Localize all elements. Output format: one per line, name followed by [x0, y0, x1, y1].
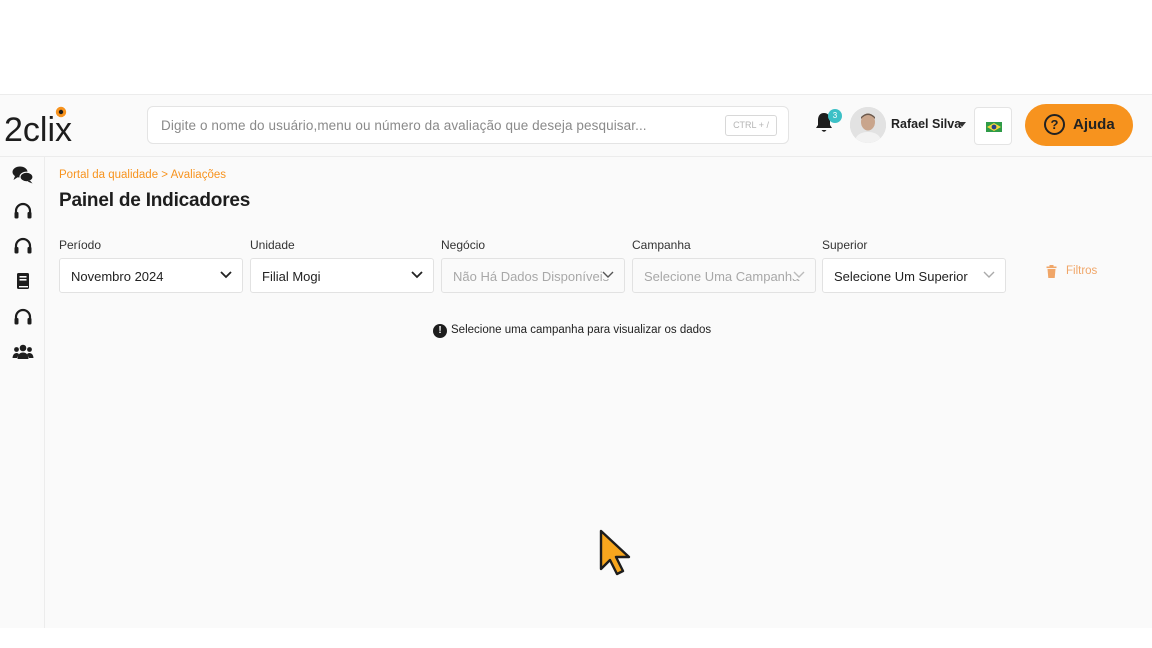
chevron-down-icon [220, 271, 232, 279]
filter-label-unidade: Unidade [250, 238, 295, 252]
chevron-down-icon [983, 271, 995, 279]
unidade-select-value: Filial Mogi [262, 269, 321, 284]
chat-icon[interactable] [12, 165, 34, 185]
trash-icon [1046, 265, 1057, 278]
language-button[interactable] [974, 107, 1012, 145]
filter-label-periodo: Período [59, 238, 102, 252]
clear-filters-label: Filtros [1066, 265, 1098, 277]
user-name[interactable]: Rafael Silva [891, 117, 961, 131]
headset-icon[interactable] [12, 236, 34, 256]
logo[interactable]: 2clix [4, 105, 94, 149]
unidade-select[interactable]: Filial Mogi [250, 258, 434, 293]
top-header: 2clix Digite o nome do usuário,menu ou n… [0, 95, 1152, 157]
caret-down-icon[interactable] [958, 122, 966, 127]
chevron-down-icon [602, 271, 614, 279]
app-window: 2clix Digite o nome do usuário,menu ou n… [0, 94, 1152, 629]
campanha-select-value: Selecione Uma Campanha [644, 269, 800, 284]
headset-icon[interactable] [12, 201, 34, 221]
filter-label-campanha: Campanha [632, 238, 691, 252]
mouse-cursor-icon [599, 529, 631, 576]
periodo-select[interactable]: Novembro 2024 [59, 258, 243, 293]
bottom-blank-area [0, 628, 1152, 648]
campanha-select[interactable]: Selecione Uma Campanha [632, 258, 816, 293]
users-icon[interactable] [12, 342, 34, 362]
help-button[interactable]: ? Ajuda [1025, 104, 1133, 146]
help-button-label: Ajuda [1073, 116, 1115, 133]
chevron-down-icon [411, 271, 423, 279]
search-shortcut-hint: CTRL + / [725, 115, 777, 136]
top-blank-area [0, 0, 1152, 94]
periodo-select-value: Novembro 2024 [71, 269, 164, 284]
search-input[interactable]: Digite o nome do usuário,menu ou número … [147, 106, 789, 144]
alert-icon: ! [433, 324, 447, 338]
empty-state-text: Selecione uma campanha para visualizar o… [451, 324, 712, 336]
negocio-select-value: Não Há Dados Disponíveis [453, 269, 610, 284]
sidebar [0, 157, 45, 629]
chevron-down-icon [793, 271, 805, 279]
book-icon[interactable] [12, 271, 34, 291]
notification-badge: 3 [828, 109, 842, 123]
clear-filters-button[interactable]: Filtros [1046, 263, 1106, 283]
avatar[interactable] [850, 107, 886, 143]
breadcrumb[interactable]: Portal da qualidade > Avaliações [59, 169, 226, 181]
negocio-select[interactable]: Não Há Dados Disponíveis [441, 258, 625, 293]
page-title: Painel de Indicadores [59, 190, 251, 211]
filter-label-negocio: Negócio [441, 238, 486, 252]
filter-label-superior: Superior [822, 238, 868, 252]
help-circle-icon: ? [1044, 114, 1065, 135]
superior-select-value: Selecione Um Superior [834, 269, 968, 284]
superior-select[interactable]: Selecione Um Superior [822, 258, 1006, 293]
search-placeholder: Digite o nome do usuário,menu ou número … [161, 118, 647, 133]
headset-icon[interactable] [12, 307, 34, 327]
brazil-flag-icon [986, 122, 1002, 132]
